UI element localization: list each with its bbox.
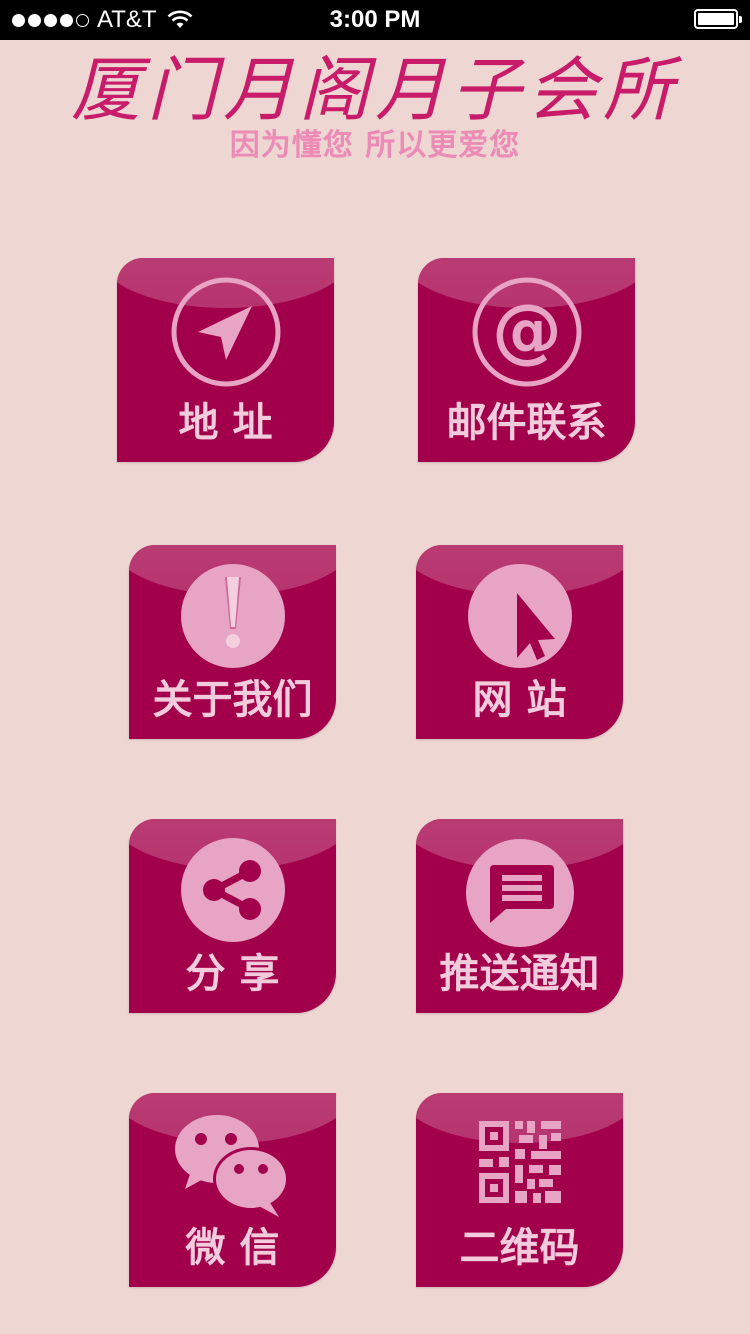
about-us-button[interactable]: 关于我们 — [129, 545, 336, 739]
at-sign-icon: @ — [418, 276, 635, 388]
navigation-arrow-icon — [117, 276, 334, 388]
address-button[interactable]: 地 址 — [117, 258, 334, 462]
tile-label-push: 推送通知 — [439, 950, 600, 997]
exclamation-icon — [129, 563, 336, 669]
status-time: 3:00 PM — [329, 6, 421, 33]
tile-label-wechat: 微 信 — [185, 1224, 280, 1271]
share-button[interactable]: 分 享 — [129, 819, 336, 1013]
qr-code-button[interactable]: 二维码 — [416, 1093, 623, 1287]
svg-text:@: @ — [492, 289, 562, 371]
tile-label-address: 地 址 — [178, 399, 273, 446]
wechat-button[interactable]: 微 信 — [129, 1093, 336, 1287]
cursor-pointer-icon — [416, 563, 623, 669]
tile-label-share: 分 享 — [185, 950, 280, 997]
tile-label-qr: 二维码 — [459, 1224, 580, 1271]
push-notifications-button[interactable]: 推送通知 — [416, 819, 623, 1013]
email-contact-button[interactable]: @ 邮件联系 — [418, 258, 635, 462]
tile-label-about: 关于我们 — [152, 676, 313, 723]
tile-label-email: 邮件联系 — [446, 399, 607, 446]
tile-label-website: 网 站 — [472, 676, 567, 723]
chat-message-icon — [416, 837, 623, 949]
battery-icon — [694, 9, 742, 29]
wechat-icon — [129, 1113, 336, 1219]
share-icon — [129, 837, 336, 943]
qr-code-icon — [416, 1121, 623, 1203]
page-subtitle: 因为懂您 所以更爱您 — [229, 128, 521, 163]
website-button[interactable]: 网 站 — [416, 545, 623, 739]
